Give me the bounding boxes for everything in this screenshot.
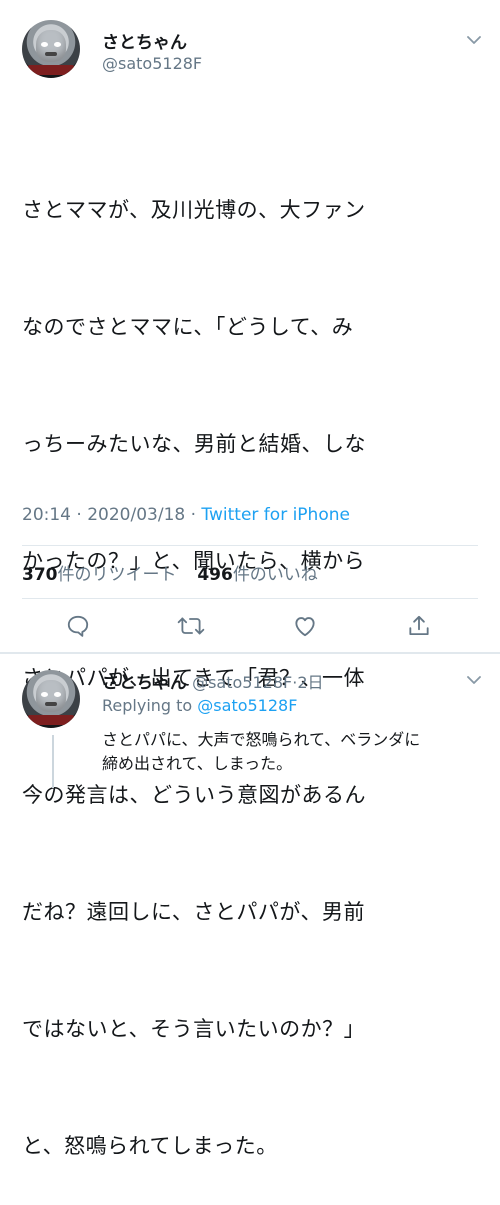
heart-icon[interactable] bbox=[288, 609, 322, 643]
avatar-face bbox=[36, 30, 66, 62]
share-icon[interactable] bbox=[402, 609, 436, 643]
author-name[interactable]: さとちゃん bbox=[102, 28, 187, 53]
divider bbox=[22, 598, 478, 599]
reply-line: 締め出されて、しまった。 bbox=[102, 754, 293, 773]
reply-icon[interactable] bbox=[61, 609, 95, 643]
replying-to: Replying to @sato5128F bbox=[102, 696, 297, 715]
avatar-buffer-beam bbox=[28, 715, 74, 725]
retweet-count: 370 bbox=[22, 565, 58, 585]
tweet-date[interactable]: 2020/03/18 bbox=[87, 505, 185, 525]
retweet-icon[interactable] bbox=[174, 609, 208, 643]
tweet-source-link[interactable]: Twitter for iPhone bbox=[201, 505, 350, 525]
tweet-line: と、怒鳴られてしまった。 bbox=[22, 1134, 278, 1158]
reply-author-handle[interactable]: @sato5128F bbox=[192, 673, 292, 692]
tweet-line: さとママが、及川光博の、大ファン bbox=[22, 198, 366, 222]
tweet-line: だね？遠回しに、さとパパが、男前 bbox=[22, 900, 365, 924]
reply-header: さとちゃん @sato5128F·2日 bbox=[102, 668, 324, 693]
tweet-line: ではないと、そう言いたいのか？」 bbox=[22, 1017, 366, 1041]
like-stat[interactable]: 496件のいいね bbox=[197, 565, 318, 585]
like-count: 496 bbox=[197, 565, 233, 585]
author-avatar[interactable] bbox=[22, 20, 80, 78]
tweet-line: っちーみたいな、男前と結婚、しな bbox=[22, 432, 366, 456]
reply-text: さとパパに、大声で怒鳴られて、ベランダに 締め出されて、しまった。 bbox=[102, 728, 420, 776]
replying-to-handle[interactable]: @sato5128F bbox=[197, 696, 297, 715]
tweet-timestamp: 20:14 · 2020/03/18 · Twitter for iPhone bbox=[22, 505, 350, 525]
tweet-time[interactable]: 20:14 bbox=[22, 505, 71, 525]
reply-line: さとパパに、大声で怒鳴られて、ベランダに bbox=[102, 730, 421, 749]
section-divider bbox=[0, 652, 500, 654]
avatar-face bbox=[36, 680, 66, 712]
reply-author-name[interactable]: さとちゃん bbox=[102, 673, 187, 693]
reply-time-ago[interactable]: 2日 bbox=[297, 673, 323, 692]
tweet-line: なのでさとママに、「どうして、み bbox=[22, 315, 354, 339]
retweet-stat[interactable]: 370件のリツイート bbox=[22, 565, 177, 585]
replying-to-label: Replying to bbox=[102, 696, 193, 715]
avatar-buffer-beam bbox=[28, 65, 74, 75]
tweet-line: 今の発言は、どういう意図があるん bbox=[22, 783, 366, 807]
reply-author-avatar[interactable] bbox=[22, 670, 80, 728]
meta-separator: · bbox=[76, 505, 82, 525]
like-label: 件のいいね bbox=[232, 565, 318, 585]
retweet-label: 件のリツイート bbox=[57, 565, 177, 585]
chevron-down-icon[interactable] bbox=[463, 672, 485, 688]
chevron-down-icon[interactable] bbox=[463, 32, 485, 48]
meta-separator: · bbox=[190, 505, 197, 525]
tweet-stats: 370件のリツイート 496件のいいね bbox=[22, 560, 318, 585]
tweet-text: さとママが、及川光博の、大ファン なのでさとママに、「どうして、み っちーみたい… bbox=[22, 113, 482, 1205]
thread-line bbox=[52, 735, 54, 788]
divider bbox=[22, 545, 478, 546]
author-handle[interactable]: @sato5128F bbox=[102, 54, 202, 73]
